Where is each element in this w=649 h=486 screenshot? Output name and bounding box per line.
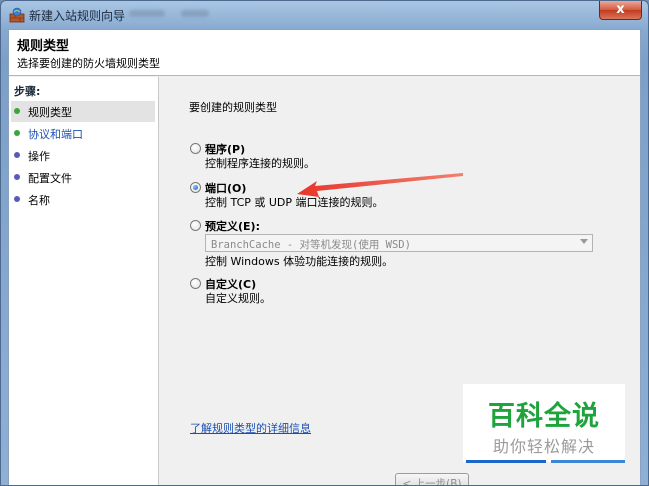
annotation-arrow [297, 173, 463, 197]
wizard-window: 新建入站规则向导 x 规则类型 选择要创建的防火墙规则类型 步骤: 规则类型 协… [0, 0, 649, 486]
arrow-shape [297, 173, 463, 197]
